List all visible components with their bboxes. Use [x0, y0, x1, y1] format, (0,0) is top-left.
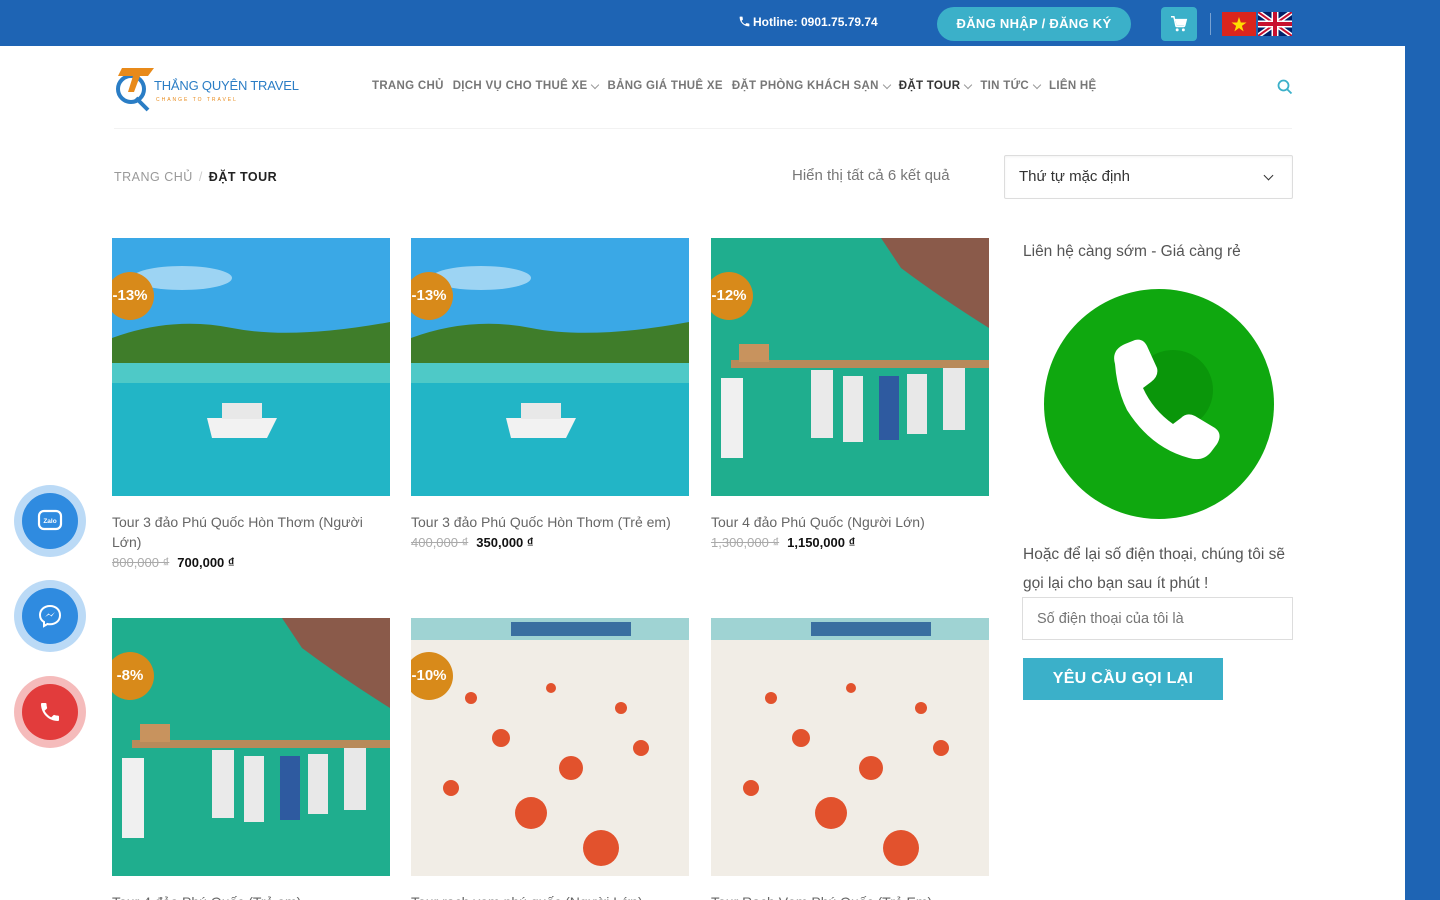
header-divider — [114, 128, 1292, 129]
hotline-link[interactable]: Hotline: 0901.75.79.74 — [738, 15, 878, 29]
sort-select[interactable]: Thứ tự mặc định — [1004, 155, 1293, 199]
breadcrumb-home[interactable]: TRANG CHỦ — [114, 170, 193, 184]
nav-label: DỊCH VỤ CHO THUÊ XE — [452, 80, 588, 92]
hotline-text: Hotline: 0901.75.79.74 — [753, 15, 878, 29]
product-title[interactable]: Tour Rạch Vẹm Phú Quốc (Trẻ Em) — [711, 892, 989, 900]
vietnam-flag-icon[interactable] — [1222, 12, 1256, 36]
uk-flag-icon[interactable] — [1258, 12, 1292, 36]
product-card[interactable]: -10% Tour rạch vẹm phú quốc (Người Lớn) — [411, 618, 689, 900]
main-nav: TRANG CHỦ DỊCH VỤ CHO THUÊ XE BẢNG GIÁ T… — [372, 80, 1106, 92]
nav-item-book-tour[interactable]: ĐẶT TOUR — [898, 80, 973, 92]
call-button-inner — [22, 684, 78, 740]
zalo-icon: Zalo — [37, 509, 63, 531]
zalo-float-button[interactable]: Zalo — [14, 485, 86, 557]
nav-item-price-list[interactable]: BẢNG GIÁ THUÊ XE — [607, 80, 722, 92]
breadcrumb-separator: / — [198, 170, 203, 184]
sale-price: 700,000 ₫ — [177, 555, 235, 570]
nav-item-contact[interactable]: LIÊN HỆ — [1049, 80, 1096, 92]
sidebar-title: Liên hệ càng sớm - Giá càng rẻ — [1023, 243, 1241, 260]
product-image[interactable] — [711, 618, 989, 876]
product-title[interactable]: Tour 3 đảo Phú Quốc Hòn Thơm (Trẻ em) — [411, 512, 689, 532]
phone-icon — [739, 16, 750, 27]
product-image[interactable]: -8% — [112, 618, 390, 876]
nav-label: BẢNG GIÁ THUÊ XE — [607, 80, 723, 92]
search-icon[interactable] — [1277, 79, 1293, 95]
sidebar-text: Hoặc để lại số điện thoại, chúng tôi sẽ … — [1023, 546, 1285, 592]
product-card[interactable]: -8% Tour 4 đảo Phú Quốc (Trẻ em) — [112, 618, 390, 900]
product-price: 400,000 ₫ 350,000 ₫ — [411, 535, 689, 550]
logo-mark-icon — [116, 68, 154, 112]
request-callback-button[interactable]: YÊU CẦU GỌI LẠI — [1023, 658, 1223, 700]
call-float-button[interactable] — [14, 676, 86, 748]
messenger-button-inner — [22, 588, 78, 644]
product-title[interactable]: Tour 3 đảo Phú Quốc Hòn Thơm (Người Lớn) — [112, 512, 390, 552]
product-card[interactable]: -13% Tour 3 đảo Phú Quốc Hòn Thơm (Người… — [112, 238, 390, 570]
logo-name: THẮNG QUYÊN TRAVEL — [154, 78, 299, 93]
chevron-down-icon — [882, 80, 891, 89]
logo-tagline: CHANGE TO TRAVEL — [156, 97, 238, 103]
product-title[interactable]: Tour 4 đảo Phú Quốc (Người Lớn) — [711, 512, 989, 532]
breadcrumb: TRANG CHỦ / ĐẶT TOUR — [114, 170, 277, 184]
chevron-down-icon — [1263, 170, 1274, 181]
old-price: 400,000 ₫ — [411, 535, 469, 550]
zalo-label: Zalo — [43, 518, 56, 525]
nav-label: LIÊN HỆ — [1049, 80, 1097, 92]
cart-icon — [1171, 16, 1188, 32]
nav-item-home[interactable]: TRANG CHỦ — [372, 80, 444, 92]
top-bar: Hotline: 0901.75.79.74 ĐĂNG NHẬP / ĐĂNG … — [0, 0, 1440, 46]
product-title[interactable]: Tour rạch vẹm phú quốc (Người Lớn) — [411, 892, 689, 900]
call-now-icon[interactable] — [1023, 278, 1293, 530]
sale-price: 350,000 ₫ — [476, 535, 534, 550]
nav-item-hotel-booking[interactable]: ĐẶT PHÒNG KHÁCH SẠN — [731, 80, 891, 92]
nav-label: ĐẶT PHÒNG KHÁCH SẠN — [731, 80, 879, 92]
product-image[interactable]: -13% — [411, 238, 689, 496]
sort-selected-value: Thứ tự mặc định — [1019, 168, 1130, 185]
old-price: 800,000 ₫ — [112, 555, 170, 570]
product-price: 800,000 ₫ 700,000 ₫ — [112, 555, 390, 570]
nav-item-news[interactable]: TIN TỨC — [980, 80, 1042, 92]
login-register-button[interactable]: ĐĂNG NHẬP / ĐĂNG KÝ — [937, 7, 1131, 41]
sale-price: 1,150,000 ₫ — [787, 535, 856, 550]
product-title[interactable]: Tour 4 đảo Phú Quốc (Trẻ em) — [112, 892, 390, 900]
cart-button[interactable] — [1161, 7, 1197, 41]
nav-label: ĐẶT TOUR — [898, 80, 961, 92]
phone-number-input[interactable] — [1022, 597, 1293, 640]
product-card[interactable]: -13% Tour 3 đảo Phú Quốc Hòn Thơm (Trẻ e… — [411, 238, 689, 550]
zalo-button-inner: Zalo — [22, 493, 78, 549]
product-card[interactable]: -12% Tour 4 đảo Phú Quốc (Người Lớn) 1,3… — [711, 238, 989, 550]
site-logo[interactable]: THẮNG QUYÊN TRAVEL CHANGE TO TRAVEL — [114, 62, 304, 114]
nav-item-car-rental[interactable]: DỊCH VỤ CHO THUÊ XE — [452, 80, 600, 92]
nav-label: TRANG CHỦ — [372, 80, 444, 92]
topbar-divider — [1210, 13, 1211, 35]
old-price: 1,300,000 ₫ — [711, 535, 780, 550]
product-image[interactable]: -10% — [411, 618, 689, 876]
nav-label: TIN TỨC — [980, 80, 1030, 92]
breadcrumb-current: ĐẶT TOUR — [208, 170, 278, 184]
chevron-down-icon — [964, 80, 973, 89]
chevron-down-icon — [1032, 80, 1042, 89]
phone-icon — [41, 703, 59, 721]
chevron-down-icon — [591, 80, 600, 89]
product-image[interactable]: -13% — [112, 238, 390, 496]
product-price: 1,300,000 ₫ 1,150,000 ₫ — [711, 535, 989, 550]
product-card[interactable]: Tour Rạch Vẹm Phú Quốc (Trẻ Em) — [711, 618, 989, 900]
result-count: Hiển thị tất cả 6 kết quả — [792, 167, 950, 184]
messenger-float-button[interactable] — [14, 580, 86, 652]
product-image[interactable]: -12% — [711, 238, 989, 496]
messenger-icon — [38, 604, 62, 628]
